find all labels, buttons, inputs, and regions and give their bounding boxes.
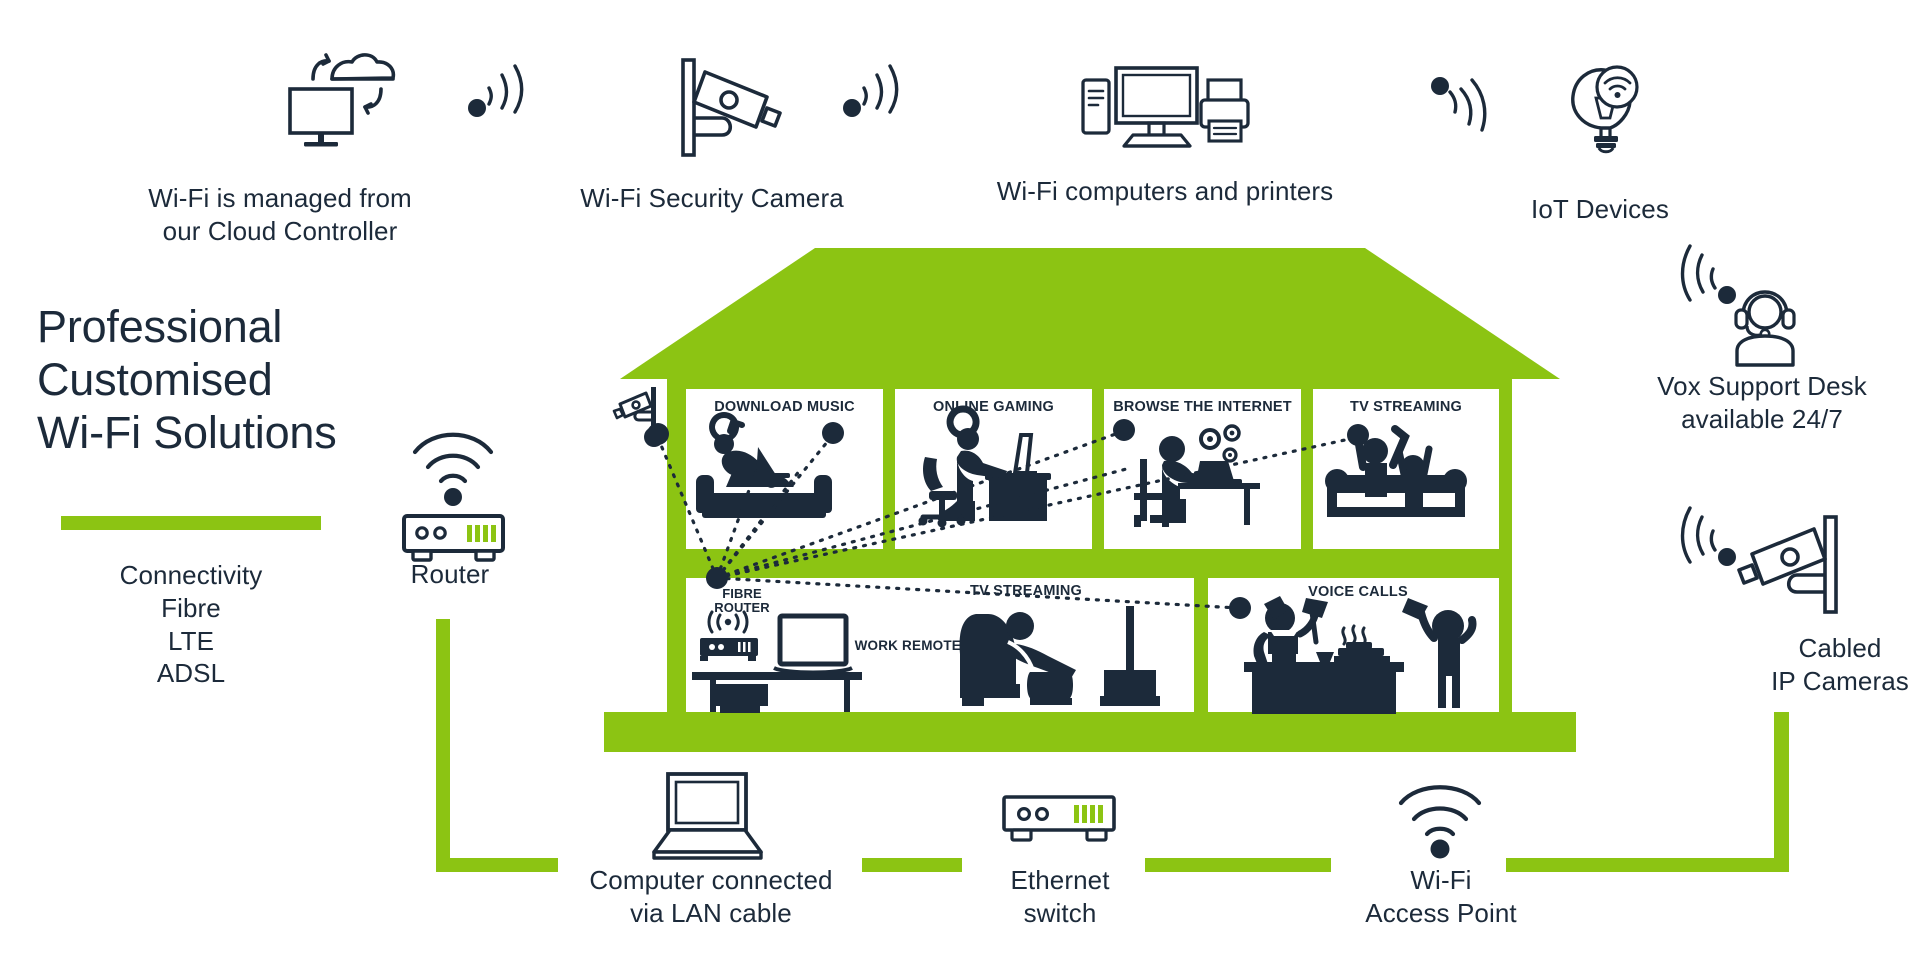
lan-computer-label: Computer connected via LAN cable bbox=[556, 864, 866, 930]
support-desk-label-line1: Vox Support Desk bbox=[1657, 371, 1867, 401]
room-voice-calls: VOICE CALLS bbox=[1208, 578, 1499, 714]
cabled-ip-cameras-label-line2: IP Cameras bbox=[1771, 665, 1909, 696]
access-point-label-line2: Access Point bbox=[1365, 897, 1517, 928]
cloud-controller-label-line1: Wi-Fi is managed from bbox=[148, 183, 412, 213]
iot-devices-label: IoT Devices bbox=[1440, 193, 1760, 226]
headset-agent-icon bbox=[1725, 288, 1805, 368]
room-label-tv-streaming-upper: TV STREAMING bbox=[1350, 399, 1462, 415]
connectivity-cable-bar bbox=[61, 516, 321, 530]
cloud-controller-wifi-icon bbox=[465, 62, 535, 124]
infographic-canvas: Professional Customised Wi-Fi Solutions … bbox=[0, 0, 1919, 974]
page-title-line1: Professional Customised bbox=[37, 301, 283, 406]
laptop-icon bbox=[650, 770, 765, 862]
iot-devices-label-line1: IoT Devices bbox=[1531, 194, 1669, 224]
computers-printers-label-line1: Wi-Fi computers and printers bbox=[996, 176, 1334, 206]
cabled-camera-wifi-icon bbox=[1665, 500, 1740, 580]
access-point-label-line1: Wi-Fi bbox=[1410, 865, 1472, 895]
security-camera-wifi-icon bbox=[840, 62, 910, 124]
desktop-printer-icon bbox=[1078, 58, 1253, 153]
room-fibre-router-lounge: FIBRE ROUTER TV STREAMING WORK REMOTELY bbox=[686, 578, 1194, 713]
room-label-download-music: DOWNLOAD MUSIC bbox=[714, 399, 855, 415]
house-base bbox=[604, 712, 1576, 752]
cabled-ip-cameras-label-line1: Cabled bbox=[1798, 633, 1882, 663]
router-cable-horizontal bbox=[436, 858, 558, 872]
switch-to-ap-cable bbox=[1145, 858, 1331, 872]
security-camera-label-line1: Wi-Fi Security Camera bbox=[580, 183, 844, 213]
cloud-monitor-icon bbox=[280, 48, 410, 148]
cabled-ip-cameras-label: Cabled IP Cameras bbox=[1690, 632, 1919, 698]
cloud-controller-label: Wi-Fi is managed from our Cloud Controll… bbox=[120, 182, 440, 248]
lightbulb-wifi-icon bbox=[1555, 60, 1645, 155]
switch-icon bbox=[1000, 793, 1120, 851]
connectivity-option-adsl: ADSL bbox=[156, 658, 226, 689]
security-camera-icon bbox=[672, 55, 782, 165]
lan-to-switch-cable bbox=[862, 858, 962, 872]
ethernet-switch-label-line2: switch bbox=[1023, 897, 1097, 928]
cabled-ip-camera-icon bbox=[1737, 512, 1847, 622]
connectivity-option-fibre: Fibre bbox=[161, 592, 221, 623]
support-desk-label: Vox Support Desk available 24/7 bbox=[1612, 370, 1912, 436]
router-wifi-icon bbox=[395, 405, 525, 562]
room-browse-internet: BROWSE THE INTERNET bbox=[1104, 389, 1301, 549]
ip-camera-cable-vertical bbox=[1774, 712, 1789, 872]
computers-printers-label: Wi-Fi computers and printers bbox=[930, 175, 1400, 208]
ethernet-switch-label: Ethernet switch bbox=[948, 864, 1172, 930]
lan-computer-label-line1: Computer connected bbox=[589, 865, 833, 895]
iot-wifi-icon bbox=[1428, 62, 1498, 132]
router-cable-vertical bbox=[436, 619, 450, 872]
cloud-controller-label-line2: our Cloud Controller bbox=[162, 215, 398, 246]
room-tv-streaming-upper: TV STREAMING bbox=[1313, 389, 1499, 549]
support-desk-label-line2: available 24/7 bbox=[1681, 403, 1843, 434]
connectivity-option-lte: LTE bbox=[167, 625, 215, 656]
room-download-music: DOWNLOAD MUSIC bbox=[686, 389, 883, 549]
lan-computer-label-line2: via LAN cable bbox=[630, 897, 792, 928]
room-label-online-gaming: ONLINE GAMING bbox=[932, 399, 1054, 415]
room-online-gaming: ONLINE GAMING bbox=[895, 389, 1092, 549]
house-wall-camera-icon bbox=[612, 385, 669, 435]
house-roof bbox=[620, 246, 1560, 381]
router-label: Router bbox=[410, 559, 490, 589]
ethernet-switch-label-line1: Ethernet bbox=[1010, 865, 1110, 895]
room-label-browse-internet: BROWSE THE INTERNET bbox=[1113, 399, 1292, 415]
wifi-signal-icon bbox=[1386, 778, 1494, 860]
security-camera-label: Wi-Fi Security Camera bbox=[512, 182, 912, 215]
access-point-label: Wi-Fi Access Point bbox=[1310, 864, 1572, 930]
